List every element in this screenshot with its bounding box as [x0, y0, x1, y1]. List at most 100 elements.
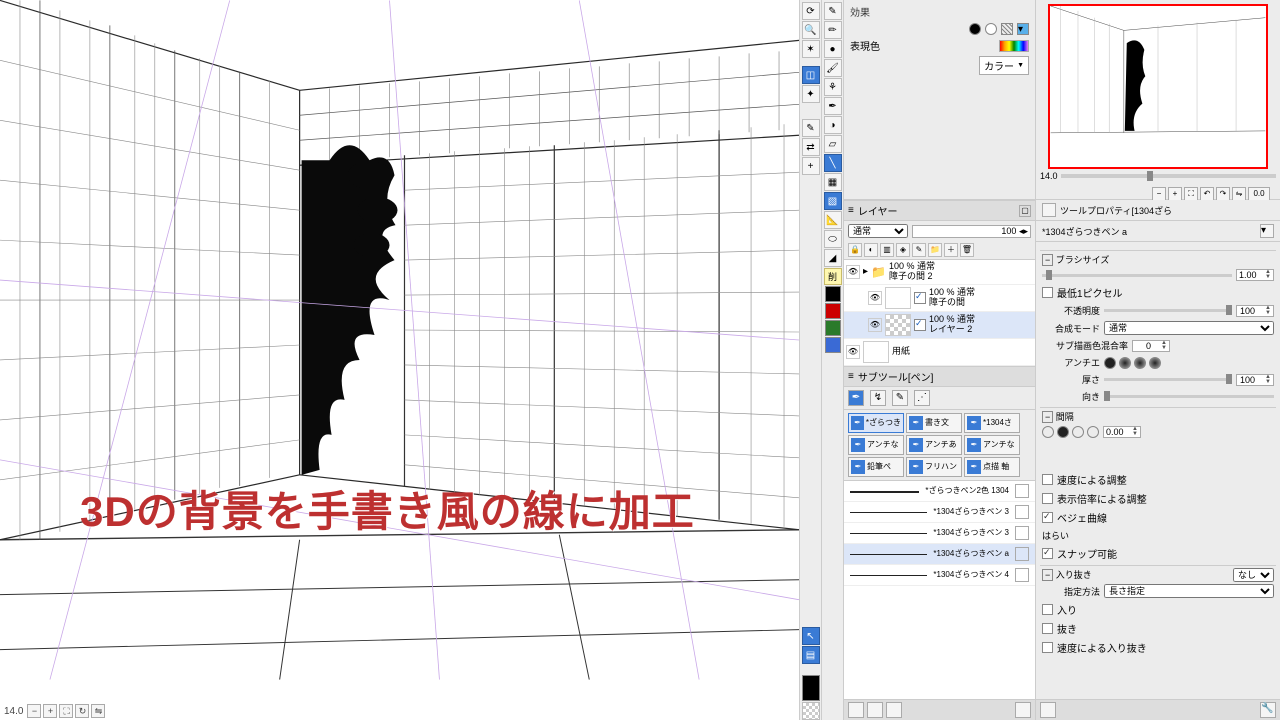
- oval-icon[interactable]: ⬭: [824, 230, 842, 248]
- blend-select[interactable]: 通常: [1104, 321, 1274, 335]
- subtool-dup-icon[interactable]: [867, 702, 883, 718]
- stroke-preset[interactable]: *1304ざらつきペン 3: [844, 502, 1035, 523]
- zoom-adjust-check[interactable]: [1042, 493, 1053, 504]
- bezier-check[interactable]: [1042, 512, 1053, 523]
- min1px-check[interactable]: [1042, 287, 1053, 298]
- in-check[interactable]: [1042, 604, 1053, 615]
- subtool-router-icon[interactable]: ⇄: [802, 138, 820, 156]
- subtool-tab-2-icon[interactable]: ↯: [870, 390, 886, 406]
- visibility-icon[interactable]: 👁: [846, 345, 860, 359]
- subtool-button[interactable]: ✒書き文: [906, 413, 962, 433]
- nav-zoomout-icon[interactable]: −: [1152, 187, 1166, 201]
- layer-panel-handle-icon[interactable]: ≡: [848, 205, 854, 216]
- zoom-out-icon[interactable]: −: [27, 704, 41, 718]
- color-mode-select[interactable]: カラー▼: [979, 56, 1029, 75]
- effect-dot-outline[interactable]: [985, 23, 997, 35]
- zoom-in-icon[interactable]: +: [43, 704, 57, 718]
- subtool-add-icon[interactable]: [848, 702, 864, 718]
- brush-size-field[interactable]: 1.00▲▼: [1236, 269, 1274, 281]
- lasso-icon[interactable]: ◫: [802, 66, 820, 84]
- speed-inout-check[interactable]: [1042, 642, 1053, 653]
- opacity-field[interactable]: 100▲▼: [1236, 305, 1274, 317]
- navigator-thumbnail[interactable]: [1048, 4, 1268, 169]
- effect-dot-solid[interactable]: [969, 23, 981, 35]
- effect-dot-tone[interactable]: [1001, 23, 1013, 35]
- ruler-icon[interactable]: 📐: [824, 211, 842, 229]
- nav-rotateR-icon[interactable]: ↷: [1216, 187, 1230, 201]
- drop-icon[interactable]: ●: [824, 40, 842, 58]
- pencil-icon[interactable]: ✏: [824, 21, 842, 39]
- layer-clip-icon[interactable]: ▥: [880, 243, 894, 257]
- stroke-preset[interactable]: *1304ざらつきペン 4: [844, 565, 1035, 586]
- pen-icon[interactable]: ✒: [824, 97, 842, 115]
- swatch-red[interactable]: [825, 303, 841, 319]
- zoom-icon[interactable]: 🔍: [802, 21, 820, 39]
- nav-zoomin-icon[interactable]: +: [1168, 187, 1182, 201]
- layer-blend-select[interactable]: 通常: [848, 224, 908, 238]
- layer-item[interactable]: 👁 100 % 通常障子の間: [844, 285, 1035, 312]
- layer-panel-close-icon[interactable]: ▢: [1019, 205, 1031, 217]
- swatch-black[interactable]: [825, 286, 841, 302]
- subtool-button[interactable]: ✒アンチあ: [906, 435, 962, 455]
- flip-icon[interactable]: ⇋: [91, 704, 105, 718]
- prop-wrench-icon[interactable]: 🔧: [1260, 702, 1276, 718]
- subtool-button[interactable]: ✒点描 軸: [964, 457, 1020, 477]
- shape-icon[interactable]: ◢: [824, 249, 842, 267]
- prop-handle-icon[interactable]: [1042, 203, 1056, 217]
- subtool-tab-3-icon[interactable]: ✎: [892, 390, 908, 406]
- subtool-button[interactable]: ✒鉛筆ぺ: [848, 457, 904, 477]
- layer-item-selected[interactable]: 👁 100 % 通常レイヤー 2: [844, 312, 1035, 339]
- stroke-preset[interactable]: *1304ざらつきペン a: [844, 544, 1035, 565]
- nav-rotateL-icon[interactable]: ↶: [1200, 187, 1214, 201]
- layer-folder-icon[interactable]: 📁: [928, 243, 942, 257]
- effect-dot-fill[interactable]: ▾: [1017, 23, 1029, 35]
- layer-lock-icon[interactable]: 🔒: [848, 243, 862, 257]
- prop-save-icon[interactable]: [1040, 702, 1056, 718]
- eraser-icon[interactable]: ▱: [824, 135, 842, 153]
- subtool-menu-icon[interactable]: [1015, 702, 1031, 718]
- layer-draft-icon[interactable]: ✎: [912, 243, 926, 257]
- antialias-dots[interactable]: [1104, 357, 1161, 369]
- blend-icon[interactable]: ◑: [824, 116, 842, 134]
- subtool-figure-icon[interactable]: ↖: [802, 627, 820, 645]
- fill-icon[interactable]: ▧: [824, 192, 842, 210]
- visibility-icon[interactable]: 👁: [868, 318, 882, 332]
- swatch-green[interactable]: [825, 320, 841, 336]
- stroke-preset[interactable]: *1304ざらつきペン 3: [844, 523, 1035, 544]
- subtool-button[interactable]: ✒フリハン: [906, 457, 962, 477]
- layer-opacity-field[interactable]: 100 ◂▸: [912, 225, 1031, 238]
- subcolor-field[interactable]: 0▲▼: [1132, 340, 1170, 352]
- layer-del-icon[interactable]: 🗑: [960, 243, 974, 257]
- eyedropper-icon[interactable]: ✎: [824, 2, 842, 20]
- thickness-field[interactable]: 100▲▼: [1236, 374, 1274, 386]
- layer-check[interactable]: [914, 292, 926, 304]
- layer-ref-icon[interactable]: ◈: [896, 243, 910, 257]
- subtool-frame-icon[interactable]: ▤: [802, 646, 820, 664]
- layer-new-icon[interactable]: ＋: [944, 243, 958, 257]
- fit-icon[interactable]: ⛶: [59, 704, 73, 718]
- selection-icon[interactable]: ✶: [802, 40, 820, 58]
- swatch-blue[interactable]: [825, 337, 841, 353]
- subtool-del-icon[interactable]: [886, 702, 902, 718]
- move-view-icon[interactable]: ⟳: [802, 2, 820, 20]
- visibility-icon[interactable]: 👁: [868, 291, 882, 305]
- line-tool-icon[interactable]: ╲: [824, 154, 842, 172]
- subtool-button[interactable]: ✒アンチな: [848, 435, 904, 455]
- bgswatch-icon[interactable]: [802, 702, 820, 720]
- subtool-button[interactable]: ✒アンチな: [964, 435, 1020, 455]
- wand-icon[interactable]: ✦: [802, 85, 820, 103]
- stroke-preset[interactable]: *ざらつきペン2色 1304: [844, 481, 1035, 502]
- nav-flip-icon[interactable]: ⇋: [1232, 187, 1246, 201]
- foreground-swatch[interactable]: [802, 675, 820, 701]
- subtool-button[interactable]: ✒*1304さ: [964, 413, 1020, 433]
- spacing-field[interactable]: 0.00▲▼: [1103, 426, 1141, 438]
- speed-adjust-check[interactable]: [1042, 474, 1053, 485]
- out-check[interactable]: [1042, 623, 1053, 634]
- prop-menu-icon[interactable]: ▾: [1260, 224, 1274, 238]
- visibility-icon[interactable]: 👁: [846, 265, 860, 279]
- subtool-tab-pen-icon[interactable]: ✒: [848, 390, 864, 406]
- nav-fit-icon[interactable]: ⛶: [1184, 187, 1198, 201]
- inout-method-select[interactable]: 長さ指定: [1104, 584, 1274, 598]
- subtool-button[interactable]: ✒*ざらつき: [848, 413, 904, 433]
- spray-icon[interactable]: ⚘: [824, 78, 842, 96]
